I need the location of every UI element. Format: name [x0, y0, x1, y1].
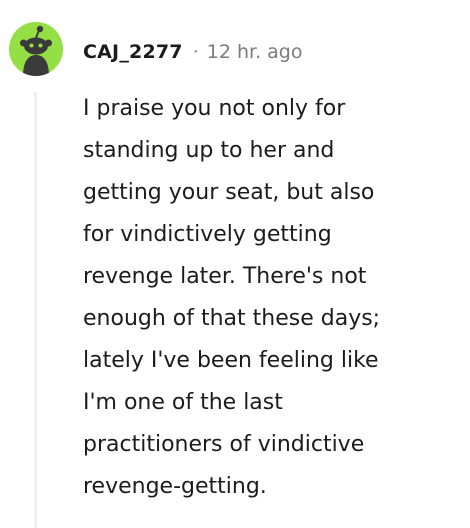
thread-collapse-line[interactable]	[34, 92, 37, 528]
comment-body-line: for vindictively getting	[83, 222, 332, 247]
comment-body-line: I praise you not only for	[83, 96, 346, 121]
comment-body-line: I'm one of the last	[83, 390, 283, 415]
comment-body-line: revenge-getting.	[83, 474, 267, 499]
comment-body-line: getting your seat, but also	[83, 180, 375, 205]
comment: CAJ_2277 · 12 hr. ago I praise you not o…	[0, 0, 470, 528]
comment-body-line: revenge later. There's not	[83, 264, 367, 289]
comment-body: I praise you not only for standing up to…	[83, 88, 458, 508]
snoo-avatar-icon[interactable]	[9, 22, 63, 76]
meta-separator: ·	[192, 41, 199, 63]
comment-body-line: standing up to her and	[83, 138, 335, 163]
comment-meta: CAJ_2277 · 12 hr. ago	[83, 37, 302, 67]
comment-body-line: practitioners of vindictive	[83, 432, 365, 457]
username-link[interactable]: CAJ_2277	[83, 41, 183, 63]
comment-body-line: lately I've been feeling like	[83, 348, 379, 373]
comment-timestamp[interactable]: 12 hr. ago	[207, 41, 303, 63]
comment-body-line: enough of that these days;	[83, 306, 381, 331]
